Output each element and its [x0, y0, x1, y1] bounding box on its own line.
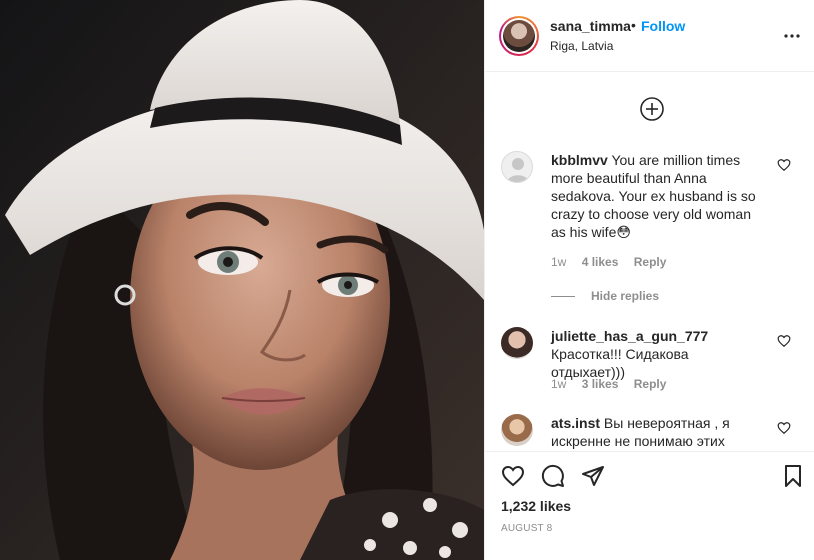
comment-likes[interactable]: 4 likes — [582, 255, 619, 269]
post-actions: 1,232 likes AUGUST 8 — [485, 451, 814, 560]
comment-body: ats.inst Вы невероятная , я искренне не … — [551, 414, 766, 450]
hide-replies-button[interactable]: Hide replies — [591, 289, 659, 303]
likes-count[interactable]: 1,232 likes — [501, 498, 571, 514]
post-location[interactable]: Riga, Latvia — [550, 39, 613, 53]
heart-icon[interactable] — [501, 464, 525, 488]
comment-meta: 1w 4 likes Reply — [551, 255, 678, 269]
paper-plane-icon[interactable] — [581, 464, 605, 488]
post-header: sana_timma • Follow Riga, Latvia — [485, 0, 814, 72]
post-side-panel: sana_timma • Follow Riga, Latvia kbblmvv… — [484, 0, 814, 560]
comment-age[interactable]: 1w — [551, 377, 566, 391]
replies-divider — [551, 296, 575, 297]
selfie-photo — [0, 0, 484, 560]
comment-meta: 1w 3 likes Reply — [551, 377, 678, 391]
bookmark-icon[interactable] — [781, 464, 805, 488]
comment-like-heart-icon[interactable] — [777, 421, 791, 435]
comment-body: juliette_has_a_gun_777 Красотка!!! Сидак… — [551, 327, 766, 381]
comment-likes[interactable]: 3 likes — [582, 377, 619, 391]
author-avatar[interactable] — [499, 16, 539, 56]
comments-list[interactable]: kbblmvv You are million times more beaut… — [485, 73, 814, 451]
comment-age[interactable]: 1w — [551, 255, 566, 269]
comment-like-heart-icon[interactable] — [777, 334, 791, 348]
comment-username[interactable]: kbblmvv — [551, 152, 608, 168]
reply-button[interactable]: Reply — [634, 255, 667, 269]
comment-body: kbblmvv You are million times more beaut… — [551, 151, 766, 241]
comment-like-heart-icon[interactable] — [777, 158, 791, 172]
load-more-comments-icon[interactable] — [639, 96, 665, 122]
more-horizontal-icon[interactable] — [782, 26, 802, 46]
comment-text: Красотка!!! Сидакова отдыхает))) — [551, 346, 689, 380]
comment-username[interactable]: ats.inst — [551, 415, 600, 431]
commenter-avatar[interactable] — [501, 414, 533, 446]
separator-dot: • — [631, 17, 636, 33]
comment-icon[interactable] — [541, 464, 565, 488]
reply-button[interactable]: Reply — [634, 377, 667, 391]
default-avatar-icon[interactable] — [501, 151, 533, 183]
commenter-avatar[interactable] — [501, 327, 533, 359]
post-photo[interactable] — [0, 0, 484, 560]
post-date[interactable]: AUGUST 8 — [501, 523, 552, 534]
follow-button[interactable]: Follow — [641, 18, 685, 34]
author-username[interactable]: sana_timma — [550, 18, 631, 34]
comment-username[interactable]: juliette_has_a_gun_777 — [551, 328, 708, 344]
